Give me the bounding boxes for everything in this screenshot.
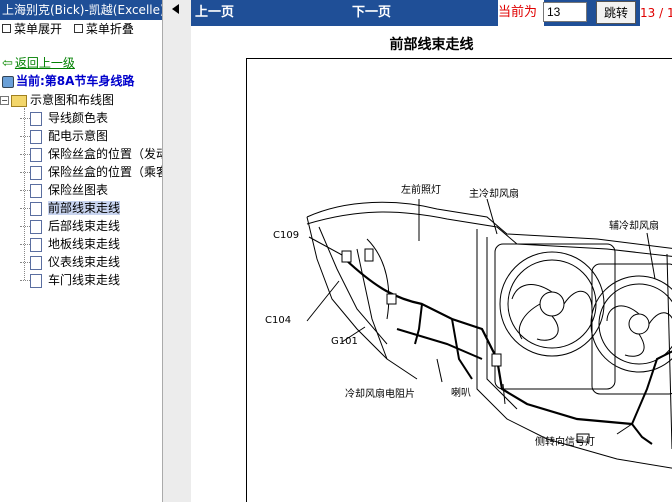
computer-icon [2,75,14,88]
document-icon [30,147,42,162]
jump-button[interactable]: 跳转 [596,1,636,24]
tree-item[interactable]: 车门线束走线 [20,271,120,289]
document-icon [30,183,42,198]
label-horn: 喇叭 [451,388,471,399]
frame-divider[interactable] [162,0,192,502]
back-arrow-icon: ⇦ [2,56,13,71]
label-fan-resistor: 冷却风扇电阻片 [345,389,415,400]
wiring-diagram: 左前照灯 主冷却风扇 辅冷却风扇 C109 C104 G101 冷却风扇电阻片 … [246,58,672,502]
document-icon [30,219,42,234]
tree-item[interactable]: 地板线束走线 [20,235,120,253]
menu-bar: 菜单展开 菜单折叠 [0,20,162,38]
box-icon [73,24,83,33]
label-aux-fan: 辅冷却风扇 [609,221,659,232]
app-title: 上海别克(Bick)-凯越(Excelle) [0,0,162,20]
content-pane: 上一页 下一页 当前为 跳转 13 / 1 前部线束走线 [191,0,672,502]
sidebar: 上海别克(Bick)-凯越(Excelle) 菜单展开 菜单折叠 ⇦ 返回上一级 … [0,0,162,502]
current-page-label: 当前为 [498,0,544,26]
back-link[interactable]: ⇦ 返回上一级 [2,55,75,71]
label-g101: G101 [331,336,358,347]
expand-menu-button[interactable]: 菜单展开 [2,22,70,36]
tree-item[interactable]: 保险丝图表 [20,181,108,199]
tree-item[interactable]: 保险丝盒的位置（发动 [20,145,162,163]
document-icon [30,201,42,216]
collapse-toggle-icon[interactable]: − [0,96,9,105]
next-page-link[interactable]: 下一页 [352,0,391,26]
document-icon [30,255,42,270]
page-number-input[interactable] [543,2,587,22]
label-main-fan: 主冷却风扇 [469,189,519,200]
tree-item[interactable]: 后部线束走线 [20,217,120,235]
diagram-illustration [306,198,672,469]
document-icon [30,111,42,126]
label-c109: C109 [273,230,300,241]
document-icon [30,129,42,144]
prev-page-link[interactable]: 上一页 [195,0,234,26]
label-front-left-light: 左前照灯 [401,185,441,196]
tree-item-selected[interactable]: 前部线束走线 [20,199,121,217]
current-section: 当前:第8A节车身线路 [2,73,134,89]
tree-item[interactable]: 仪表线束走线 [20,253,120,271]
tree-item[interactable]: 配电示意图 [20,127,108,145]
document-icon [30,237,42,252]
label-side-signal: 侧转向信号灯 [535,437,595,448]
label-c104: C104 [265,315,292,326]
tree-folder[interactable]: − 示意图和布线图 [0,91,114,109]
tree-item[interactable]: 保险丝盒的位置（乘客 [20,163,162,181]
navigation-bar: 上一页 下一页 当前为 跳转 13 / 1 [191,0,672,26]
document-title: 前部线束走线 [389,37,474,53]
tree-guide-line [24,108,25,280]
document-icon [30,165,42,180]
page-count: 13 / 1 [640,0,672,26]
box-icon [2,24,11,33]
collapse-menu-button[interactable]: 菜单折叠 [73,22,142,36]
collapse-arrow-icon[interactable] [172,4,179,14]
tree-item[interactable]: 导线颜色表 [20,109,108,127]
document-icon [30,273,42,288]
folder-icon [11,94,27,107]
